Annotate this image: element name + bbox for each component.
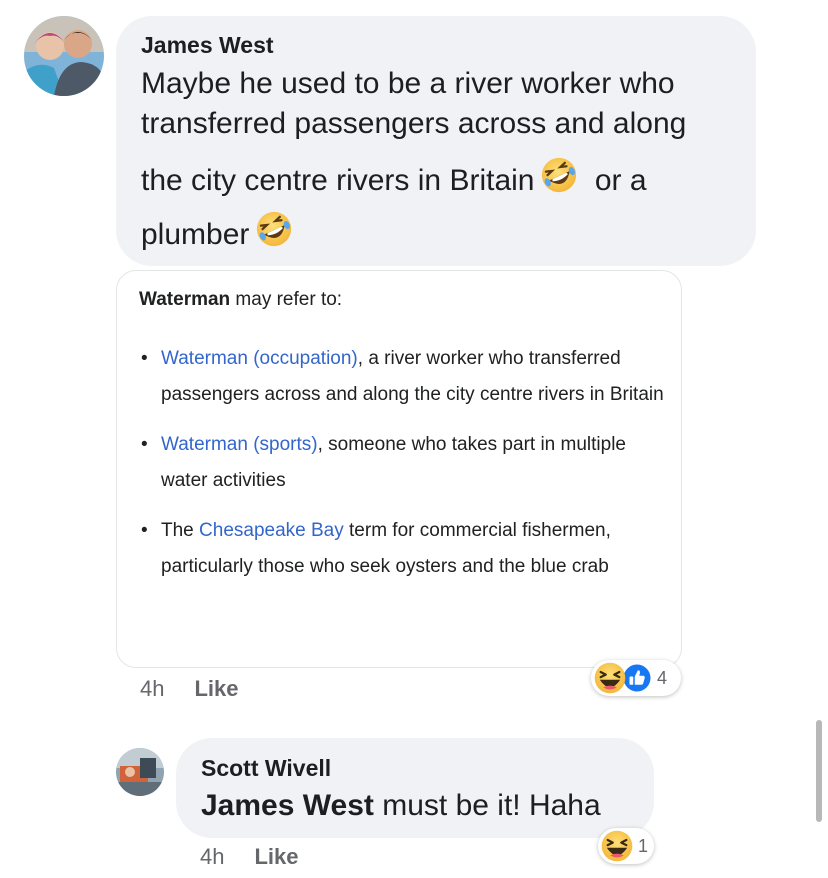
comment-text-line: Maybe he used to be a river worker who bbox=[141, 66, 675, 102]
list-item: Waterman (occupation), a river worker wh… bbox=[139, 341, 669, 413]
wiki-link-occupation[interactable]: Waterman (occupation) bbox=[161, 348, 358, 369]
reaction-summary[interactable]: 4 bbox=[591, 660, 681, 696]
card-intro-rest: may refer to: bbox=[230, 289, 343, 310]
like-button[interactable]: Like bbox=[254, 844, 298, 869]
wiki-link-sports[interactable]: Waterman (sports) bbox=[161, 434, 318, 455]
mention-link[interactable]: James West bbox=[201, 789, 374, 822]
comment-text-line-4: plumber bbox=[141, 218, 250, 251]
card-intro-term: Waterman bbox=[139, 289, 231, 310]
scrollbar[interactable] bbox=[816, 720, 822, 822]
comment-text-line: plumber bbox=[141, 210, 293, 253]
avatar-scott-wivell[interactable] bbox=[116, 748, 164, 796]
laughing-emoji bbox=[600, 829, 634, 863]
comment-timestamp[interactable]: 4h bbox=[200, 844, 224, 869]
like-button[interactable]: Like bbox=[194, 676, 238, 701]
list-item: The Chesapeake Bay term for commercial f… bbox=[139, 513, 669, 585]
comment-meta: 4h Like bbox=[140, 676, 239, 702]
comment-author[interactable]: Scott Wivell bbox=[201, 755, 331, 782]
avatar-james-west[interactable] bbox=[24, 16, 104, 96]
list-item-prefix: The bbox=[161, 520, 200, 541]
comment-text-line-3: the city centre rivers in Britain bbox=[141, 164, 535, 197]
comment-author[interactable]: James West bbox=[141, 32, 274, 59]
list-item: Waterman (sports), someone who takes par… bbox=[139, 427, 669, 499]
comment-text-line: the city centre rivers in Britain or a bbox=[141, 156, 647, 199]
reaction-count: 1 bbox=[638, 835, 649, 856]
rolling-on-floor-laughing-emoji bbox=[540, 156, 578, 194]
comment-text-line-1: Maybe he used to be a river worker who bbox=[141, 67, 675, 100]
comment-text: James West must be it! Haha bbox=[201, 788, 601, 824]
link-preview-card[interactable]: Waterman may refer to: Waterman (occupat… bbox=[116, 270, 682, 668]
comment-text-line: transferred passengers across and along bbox=[141, 106, 686, 142]
comment-text-line-2: transferred passengers across and along bbox=[141, 107, 687, 140]
comment-text-body: must be it! Haha bbox=[373, 789, 601, 822]
card-list: Waterman (occupation), a river worker wh… bbox=[139, 341, 669, 599]
comment-timestamp[interactable]: 4h bbox=[140, 676, 164, 701]
comment-meta: 4h Like bbox=[200, 844, 299, 870]
card-intro: Waterman may refer to: bbox=[139, 289, 342, 311]
reaction-count: 4 bbox=[657, 667, 668, 688]
reaction-summary[interactable]: 1 bbox=[598, 828, 654, 864]
rolling-on-floor-laughing-emoji bbox=[255, 210, 293, 248]
laughing-emoji bbox=[593, 661, 627, 695]
comment-text-line-3-tail: or a bbox=[594, 164, 647, 197]
wiki-link-chesapeake-bay[interactable]: Chesapeake Bay bbox=[199, 520, 344, 541]
